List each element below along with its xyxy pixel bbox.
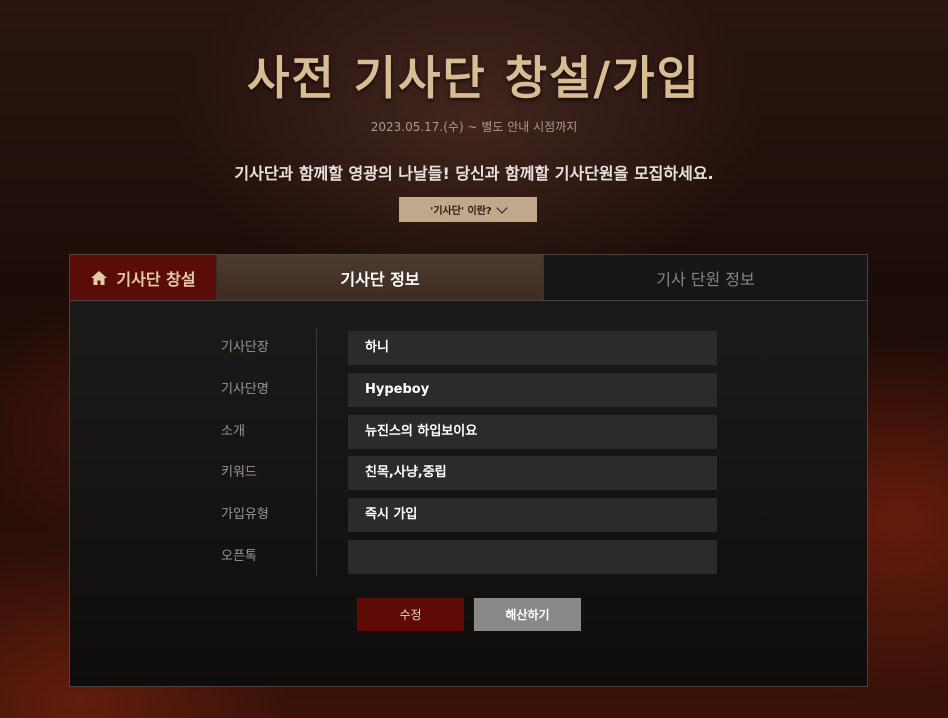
tab-knights-info[interactable]: 기사단 정보 [217,255,543,300]
chevron-down-icon [496,201,508,214]
what-is-knights-label: '기사단' 이란? [430,206,492,217]
tab-member-info[interactable]: 기사 단원 정보 [543,255,867,300]
headline: 기사단과 함께할 영광의 나날들! 당신과 함께할 기사단원을 모집하세요. [234,164,714,183]
join-type-label: 가입유형 [221,507,269,522]
home-icon [91,270,108,285]
disband-button[interactable]: 해산하기 [474,598,581,631]
knights-name-label: 기사단명 [221,382,269,397]
tab-create[interactable]: 기사단 창설 [70,255,217,300]
leader-label: 기사단장 [221,340,269,355]
join-type-field[interactable]: 즉시 가입 [348,498,717,532]
form-row-join-type: 가입유형 즉시 가입 [221,498,721,532]
keyword-field[interactable]: 친목,사냥,중립 [348,456,717,490]
form-row-intro: 소개 뉴진스의 하입보이요 [221,415,721,449]
tab-knights-info-label: 기사단 정보 [340,269,420,289]
form-row-name: 기사단명 Hypeboy [221,373,721,407]
knights-panel: 기사단 창설 기사단 정보 기사 단원 정보 기사단장 하니 기사단명 Hype… [69,254,868,687]
tab-create-label: 기사단 창설 [116,269,196,289]
what-is-knights-button[interactable]: '기사단' 이란? [399,197,537,222]
event-period: 2023.05.17.(수) ~ 별도 안내 시점까지 [370,120,578,134]
keyword-label: 키워드 [221,465,257,480]
edit-button[interactable]: 수정 [357,598,464,631]
knights-name-field[interactable]: Hypeboy [348,373,717,407]
open-chat-field[interactable] [348,540,717,574]
open-chat-label: 오픈톡 [221,549,257,564]
form-divider [316,328,317,576]
page-title: 사전 기사단 창설/가입 [247,51,701,105]
intro-label: 소개 [221,424,245,439]
tab-bar: 기사단 창설 기사단 정보 기사 단원 정보 [70,255,867,301]
form-row-open-chat: 오픈톡 [221,540,721,574]
tab-member-info-label: 기사 단원 정보 [656,269,755,289]
form-row-keyword: 키워드 친목,사냥,중립 [221,456,721,490]
intro-field[interactable]: 뉴진스의 하입보이요 [348,415,717,449]
leader-field[interactable]: 하니 [348,331,717,365]
form-row-leader: 기사단장 하니 [221,331,721,365]
